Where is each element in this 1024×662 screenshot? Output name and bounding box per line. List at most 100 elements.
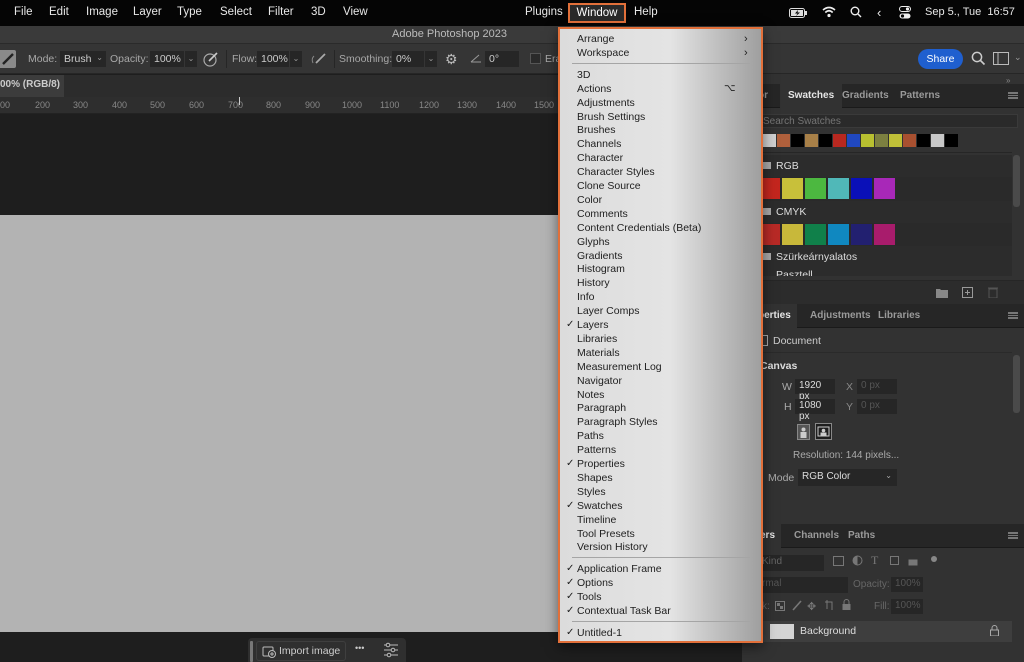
portrait-orientation-icon[interactable] (797, 424, 810, 440)
panel-menu-icon[interactable] (1008, 312, 1018, 319)
menu-item-contextual-task-bar[interactable]: ✓ Contextual Task Bar (560, 604, 761, 618)
swatch[interactable] (945, 134, 958, 147)
lock-position-icon[interactable]: ✥ (807, 600, 816, 613)
swatch[interactable] (851, 178, 872, 199)
menu-3d[interactable]: 3D (311, 6, 326, 18)
battery-charging-icon[interactable] (789, 8, 807, 21)
tab-patterns[interactable]: Patterns (892, 84, 948, 108)
layer-opacity-input[interactable]: 100% (891, 577, 923, 592)
swatch[interactable] (875, 134, 888, 147)
menu-item-layer-comps[interactable]: Layer Comps (560, 304, 761, 318)
swatch[interactable] (828, 178, 849, 199)
flow-dropdown[interactable]: ⌄ (290, 51, 302, 67)
filter-toggle-icon[interactable] (930, 554, 938, 566)
blend-mode-select[interactable]: rmal (758, 577, 848, 593)
swatch[interactable] (833, 134, 846, 147)
menu-item-notes[interactable]: Notes (560, 388, 761, 402)
menu-item-gradients[interactable]: Gradients (560, 249, 761, 263)
swatch[interactable] (861, 134, 874, 147)
canvas-y-input[interactable]: 0 px (857, 399, 897, 414)
menu-item-version-history[interactable]: Version History (560, 540, 761, 554)
swatch[interactable] (805, 178, 826, 199)
delete-trash-icon[interactable] (988, 286, 998, 301)
swatch-group-grayscale[interactable]: Szürkeárnyalatos (742, 246, 1012, 268)
swatch[interactable] (805, 224, 826, 245)
menu-item-paragraph[interactable]: Paragraph (560, 401, 761, 415)
layer-kind-filter[interactable]: Kind (758, 555, 824, 571)
properties-scrollbar[interactable] (1013, 355, 1020, 413)
menu-item-brushes[interactable]: Brushes (560, 123, 761, 137)
menu-window[interactable]: Window (568, 3, 626, 23)
drag-handle[interactable] (250, 641, 253, 662)
menu-item-libraries[interactable]: Libraries (560, 332, 761, 346)
lock-all-icon[interactable] (842, 599, 851, 613)
control-center-icon[interactable] (899, 6, 911, 22)
menu-file[interactable]: File (14, 6, 33, 18)
search-icon[interactable] (850, 6, 862, 21)
new-swatch-icon[interactable] (962, 287, 973, 301)
menu-item-info[interactable]: Info (560, 290, 761, 304)
menu-image[interactable]: Image (86, 6, 118, 18)
swatch-group-rgb[interactable]: RGB (742, 155, 1012, 177)
canvas-height-input[interactable]: 1080 px (795, 399, 835, 422)
mode-select[interactable]: Brush ⌄ (60, 51, 106, 67)
brush-preset-picker[interactable] (0, 50, 16, 68)
color-mode-select[interactable]: RGB Color ⌄ (798, 469, 897, 486)
opacity-dropdown[interactable]: ⌄ (185, 51, 197, 67)
swatch-group-cmyk[interactable]: CMYK (742, 201, 1012, 223)
menu-item-histogram[interactable]: Histogram (560, 262, 761, 276)
brush-angle-input[interactable]: 0° (485, 51, 519, 67)
smoothing-dropdown[interactable]: ⌄ (425, 51, 437, 67)
menu-item-patterns[interactable]: Patterns (560, 443, 761, 457)
tab-channels[interactable]: Channels (786, 524, 847, 548)
swatch[interactable] (931, 134, 944, 147)
menu-item-layers[interactable]: ✓ Layers (560, 318, 761, 332)
menu-item-styles[interactable]: Styles (560, 485, 761, 499)
erase-checkbox[interactable] (530, 53, 541, 64)
menu-item-application-frame[interactable]: ✓ Application Frame (560, 562, 761, 576)
opacity-input[interactable]: 100% (150, 51, 184, 67)
swatch[interactable] (828, 224, 849, 245)
swatches-scrollbar[interactable] (1013, 155, 1020, 207)
chevron-down-icon[interactable]: ⌄ (1014, 52, 1022, 63)
settings-sliders-icon[interactable] (383, 642, 399, 661)
flow-input[interactable]: 100% (257, 51, 289, 67)
swatch[interactable] (917, 134, 930, 147)
swatch[interactable] (903, 134, 916, 147)
menu-item-workspace[interactable]: Workspace › (560, 46, 761, 60)
menu-item-navigator[interactable]: Navigator (560, 374, 761, 388)
menu-item-character-styles[interactable]: Character Styles (560, 165, 761, 179)
lock-artboard-icon[interactable] (824, 600, 835, 614)
layer-row-background[interactable]: Background (762, 621, 1012, 642)
landscape-orientation-icon[interactable] (815, 423, 832, 440)
menu-item-glyphs[interactable]: Glyphs (560, 235, 761, 249)
menu-item-paths[interactable]: Paths (560, 429, 761, 443)
menu-help[interactable]: Help (634, 6, 658, 18)
menu-item-options[interactable]: ✓ Options (560, 576, 761, 590)
menu-layer[interactable]: Layer (133, 6, 162, 18)
menu-item-comments[interactable]: Comments (560, 207, 761, 221)
panel-menu-icon[interactable] (1008, 92, 1018, 99)
gear-icon[interactable]: ⚙ (445, 51, 458, 68)
canvas-width-input[interactable]: 1920 px (795, 379, 835, 402)
menu-item-adjustments[interactable]: Adjustments (560, 96, 761, 110)
menu-item-content-credentials-beta[interactable]: Content Credentials (Beta) (560, 221, 761, 235)
lock-transparent-icon[interactable] (775, 601, 785, 614)
menu-item-tools[interactable]: ✓ Tools (560, 590, 761, 604)
menu-item-clone-source[interactable]: Clone Source (560, 179, 761, 193)
menu-item-brush-settings[interactable]: Brush Settings (560, 110, 761, 124)
filter-type-icon[interactable]: T (871, 553, 878, 568)
menu-type[interactable]: Type (177, 6, 202, 18)
swatch[interactable] (805, 134, 818, 147)
filter-adjustment-icon[interactable] (852, 555, 863, 569)
swatch[interactable] (889, 134, 902, 147)
swatch[interactable] (782, 178, 803, 199)
tab-libraries[interactable]: Libraries (870, 304, 928, 328)
wifi-icon[interactable] (822, 6, 836, 21)
menu-item-paragraph-styles[interactable]: Paragraph Styles (560, 415, 761, 429)
swatch[interactable] (874, 224, 895, 245)
menu-item-shapes[interactable]: Shapes (560, 471, 761, 485)
menu-item-swatches[interactable]: ✓ Swatches (560, 499, 761, 513)
share-button[interactable]: Share (918, 49, 963, 69)
menu-select[interactable]: Select (220, 6, 252, 18)
